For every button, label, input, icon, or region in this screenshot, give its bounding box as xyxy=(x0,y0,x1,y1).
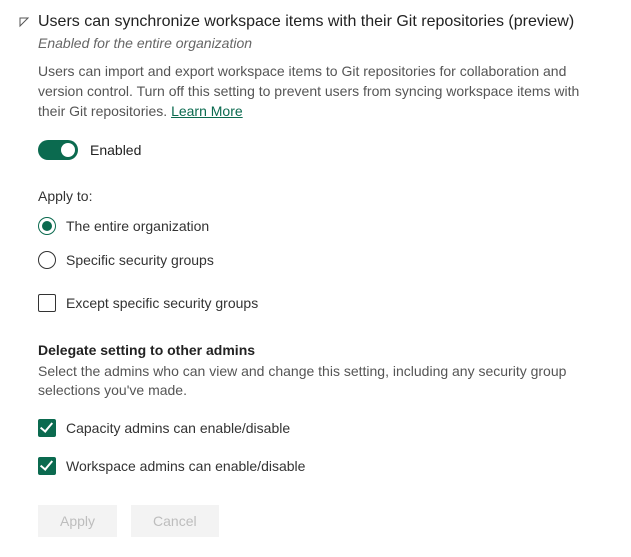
radio-entire-organization[interactable]: The entire organization xyxy=(38,212,613,240)
enabled-toggle[interactable] xyxy=(38,140,78,160)
radio-label: Specific security groups xyxy=(66,252,214,268)
checkbox-capacity-admins[interactable]: Capacity admins can enable/disable xyxy=(38,417,613,439)
collapse-triangle-icon[interactable] xyxy=(18,15,32,31)
radio-button-icon xyxy=(38,251,56,269)
delegate-section-title: Delegate setting to other admins xyxy=(38,342,613,358)
checkbox-label: Except specific security groups xyxy=(66,295,258,311)
checkbox-icon xyxy=(38,294,56,312)
cancel-button[interactable]: Cancel xyxy=(131,505,219,537)
git-sync-setting-panel: Users can synchronize workspace items wi… xyxy=(0,0,631,557)
learn-more-link[interactable]: Learn More xyxy=(171,103,243,119)
checkbox-icon xyxy=(38,419,56,437)
checkbox-label: Capacity admins can enable/disable xyxy=(66,420,290,436)
setting-header: Users can synchronize workspace items wi… xyxy=(18,12,613,33)
setting-subtitle: Enabled for the entire organization xyxy=(38,35,613,51)
radio-specific-security-groups[interactable]: Specific security groups xyxy=(38,246,613,274)
setting-title: Users can synchronize workspace items wi… xyxy=(38,12,574,33)
enabled-toggle-label: Enabled xyxy=(90,142,141,158)
checkbox-label: Workspace admins can enable/disable xyxy=(66,458,305,474)
apply-to-label: Apply to: xyxy=(38,188,613,204)
apply-button[interactable]: Apply xyxy=(38,505,117,537)
checkbox-except-specific-groups[interactable]: Except specific security groups xyxy=(38,292,613,314)
checkbox-icon xyxy=(38,457,56,475)
radio-button-icon xyxy=(38,217,56,235)
radio-label: The entire organization xyxy=(66,218,209,234)
setting-description: Users can import and export workspace it… xyxy=(38,61,598,122)
checkbox-workspace-admins[interactable]: Workspace admins can enable/disable xyxy=(38,455,613,477)
enabled-toggle-row: Enabled xyxy=(38,140,613,160)
delegate-section-description: Select the admins who can view and chang… xyxy=(38,362,598,401)
description-text: Users can import and export workspace it… xyxy=(38,63,579,120)
action-buttons: Apply Cancel xyxy=(38,505,613,537)
